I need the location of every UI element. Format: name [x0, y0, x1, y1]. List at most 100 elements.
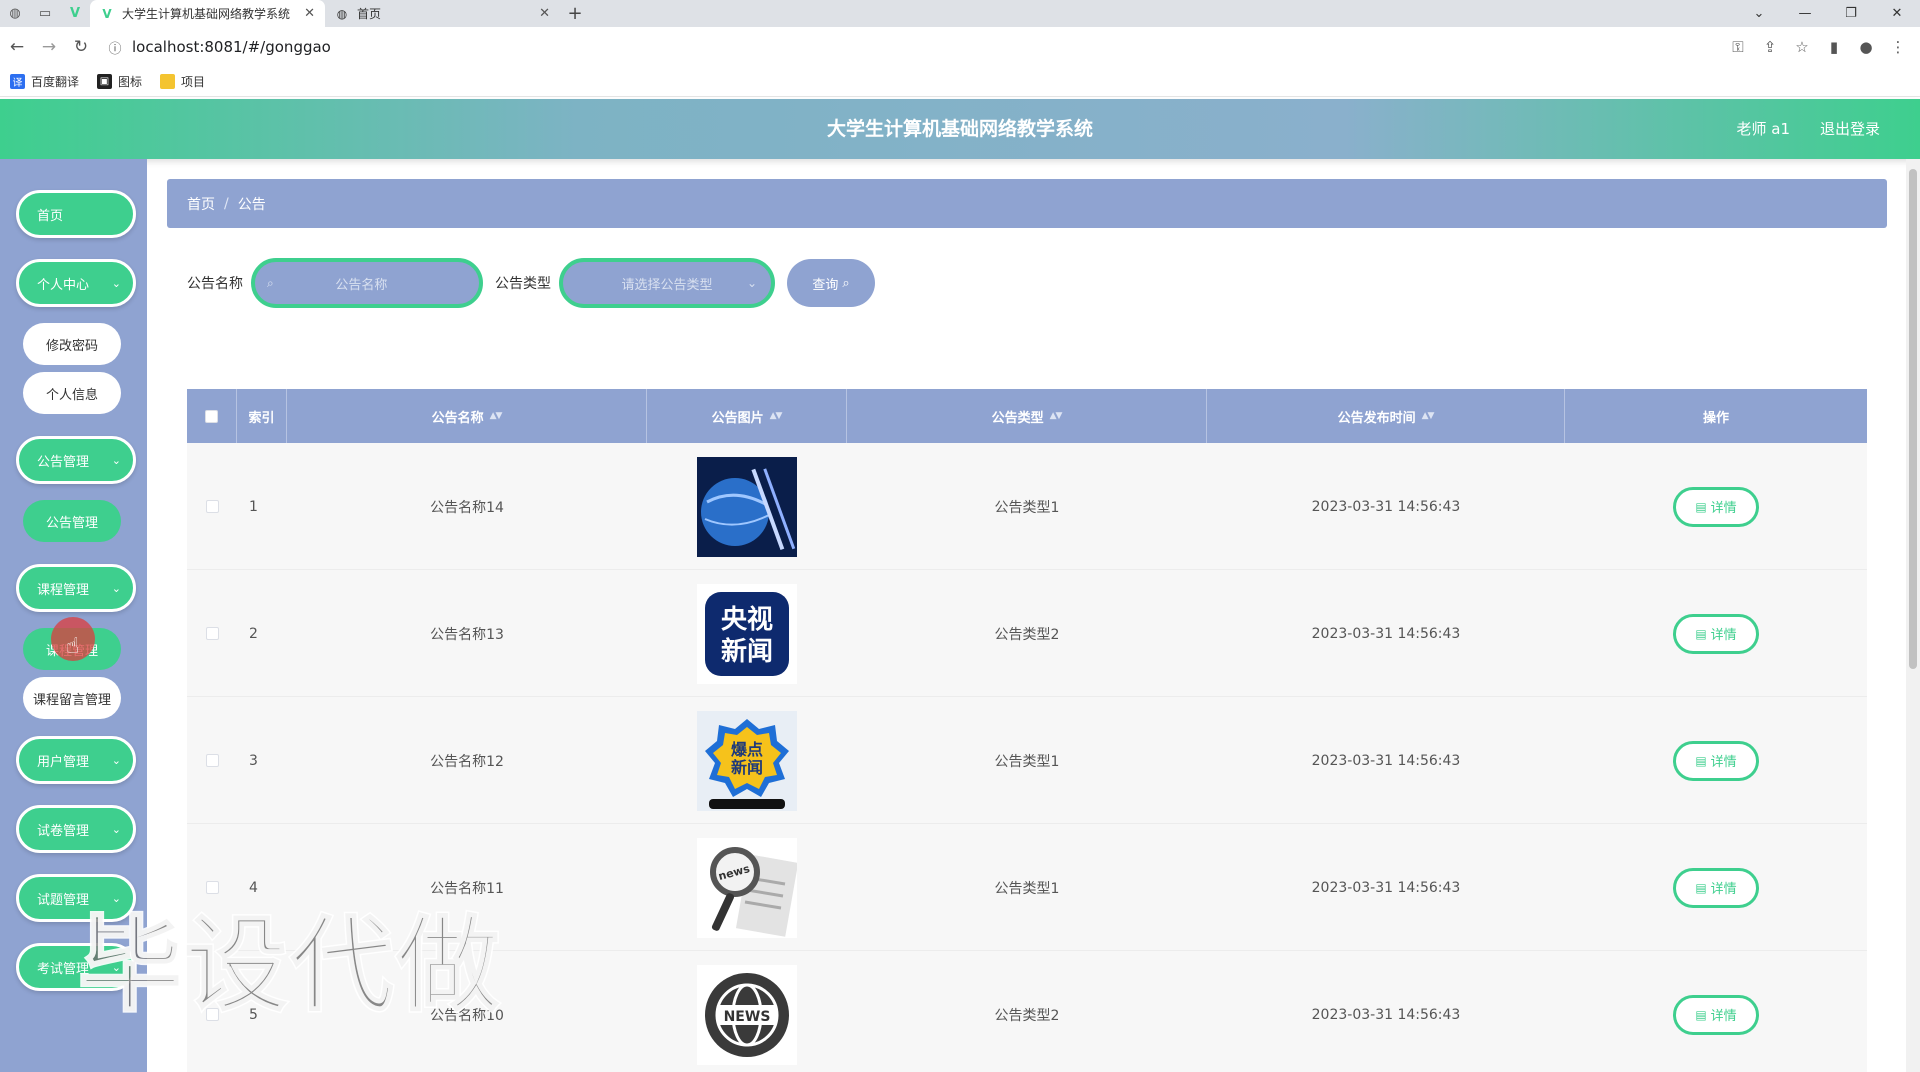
tab-search-icon[interactable]: ⌄: [1736, 0, 1782, 27]
thumbnail-text-bottom: 新闻: [721, 636, 773, 667]
header-label: 公告图片: [711, 410, 764, 426]
tab-active[interactable]: V 大学生计算机基础网络教学系统 ✕: [90, 0, 325, 27]
row-name: 公告名称14: [430, 499, 504, 516]
minimize-icon[interactable]: —: [1782, 0, 1828, 27]
key-icon[interactable]: ⚿: [1722, 38, 1754, 56]
detail-button[interactable]: ▤ 详情: [1673, 740, 1759, 781]
notice-type-placeholder: 请选择公告类型: [621, 277, 713, 293]
sidebar-item-home[interactable]: 首页: [16, 190, 136, 238]
row-index: 3: [249, 752, 258, 769]
sidebar-item-notice[interactable]: 公告管理 ⌄: [16, 436, 136, 484]
page-scrollbar[interactable]: [1906, 159, 1920, 1072]
row-time: 2023-03-31 14:56:43: [1311, 625, 1461, 642]
row-image: 爆点 新闻: [647, 697, 847, 824]
reload-icon[interactable]: ↻: [66, 32, 96, 62]
share-icon[interactable]: ⇪: [1754, 38, 1786, 56]
sidebar-subitem-course-comment[interactable]: 课程留言管理: [23, 677, 121, 719]
close-icon[interactable]: ✕: [304, 6, 315, 21]
header-image[interactable]: 公告图片 ▲▼: [647, 389, 847, 443]
bookmark-label: 图标: [118, 75, 143, 89]
row-type: 公告类型1: [994, 753, 1060, 770]
breadcrumb-separator: /: [224, 195, 229, 212]
sort-icon[interactable]: ▲▼: [1050, 411, 1063, 421]
address-bar-row: ← → ↻ ⓘ localhost:8081/#/gonggao ⚿ ⇪ ☆ ▮…: [0, 27, 1920, 67]
sort-icon[interactable]: ▲▼: [770, 411, 783, 421]
url-input[interactable]: ⓘ localhost:8081/#/gonggao: [104, 32, 1712, 62]
restore-icon[interactable]: ❐: [1828, 0, 1874, 27]
detail-button[interactable]: ▤ 详情: [1673, 486, 1759, 527]
menu-icon[interactable]: ⋮: [1882, 38, 1914, 56]
breadcrumb-home[interactable]: 首页: [187, 194, 215, 214]
tab-inactive[interactable]: ◍ 首页 ✕: [325, 0, 560, 27]
sort-icon[interactable]: ▲▼: [490, 411, 503, 421]
row-ops: ▤ 详情: [1565, 697, 1867, 824]
bookmark-item[interactable]: ▣ 图标: [97, 73, 142, 90]
header-type[interactable]: 公告类型 ▲▼: [847, 389, 1207, 443]
header-name[interactable]: 公告名称 ▲▼: [287, 389, 647, 443]
thumbnail-text-top: 爆点: [731, 740, 763, 759]
row-index: 2: [249, 625, 258, 642]
pinned-tab-blank-icon[interactable]: ▭: [30, 0, 60, 27]
pinned-tab-vue-icon[interactable]: V: [60, 0, 90, 27]
detail-label: 详情: [1710, 501, 1737, 516]
forward-icon[interactable]: →: [34, 32, 64, 62]
pinned-tab-globe-icon[interactable]: ◍: [0, 0, 30, 27]
sort-icon[interactable]: ▲▼: [1422, 411, 1435, 421]
close-window-icon[interactable]: ✕: [1874, 0, 1920, 27]
checkbox[interactable]: [205, 409, 218, 423]
bookmark-item[interactable]: 译 百度翻译: [10, 73, 79, 90]
sidebar-item-label: 课程管理: [37, 582, 90, 598]
star-icon[interactable]: ☆: [1786, 38, 1818, 56]
site-info-icon[interactable]: ⓘ: [104, 38, 126, 57]
row-time: 2023-03-31 14:56:43: [1311, 498, 1461, 515]
logout-link[interactable]: 退出登录: [1820, 99, 1880, 159]
notice-name-placeholder: 公告名称: [335, 277, 388, 293]
close-icon[interactable]: ✕: [539, 6, 550, 21]
sidebar-subitem-change-password[interactable]: 修改密码: [23, 323, 121, 365]
notice-thumbnail-magnifier: news: [697, 837, 797, 938]
scrollbar-thumb[interactable]: [1909, 169, 1917, 669]
bookmark-item[interactable]: 项目: [160, 73, 205, 90]
header-time[interactable]: 公告发布时间 ▲▼: [1207, 389, 1565, 443]
sidebar-subitem-notice[interactable]: 公告管理: [23, 500, 121, 542]
tab-title: 首页: [357, 7, 382, 21]
new-tab-button[interactable]: +: [560, 0, 590, 27]
row-time: 2023-03-31 14:56:43: [1311, 1006, 1461, 1023]
notice-name-label: 公告名称: [187, 276, 243, 292]
header-index: 索引: [237, 389, 287, 443]
detail-button[interactable]: ▤ 详情: [1673, 994, 1759, 1035]
query-button[interactable]: 查询 ⌕: [787, 259, 875, 307]
document-icon: ▤: [1695, 1007, 1707, 1022]
row-ops: ▤ 详情: [1565, 951, 1867, 1072]
profile-icon[interactable]: ●: [1850, 38, 1882, 56]
row-ops: ▤ 详情: [1565, 570, 1867, 697]
thumbnail-text: NEWS: [724, 1009, 771, 1025]
row-select[interactable]: [187, 443, 237, 570]
detail-button[interactable]: ▤ 详情: [1673, 613, 1759, 654]
header-select-all[interactable]: [187, 389, 237, 443]
sidebar-item-course[interactable]: 课程管理 ⌄: [16, 564, 136, 612]
row-index: 1: [249, 498, 258, 515]
row-select[interactable]: [187, 697, 237, 824]
checkbox[interactable]: [205, 627, 219, 640]
sidebar-icon[interactable]: ▮: [1818, 38, 1850, 56]
row-type: 公告类型2: [994, 626, 1060, 643]
current-user: 老师 a1: [1736, 120, 1790, 138]
notice-thumbnail-globe: [697, 456, 797, 557]
sidebar-item-paper[interactable]: 试卷管理 ⌄: [16, 805, 136, 853]
sidebar-subitem-personal-info[interactable]: 个人信息: [23, 372, 121, 414]
back-icon[interactable]: ←: [2, 32, 32, 62]
notice-type-label: 公告类型: [495, 276, 551, 292]
sidebar-item-user[interactable]: 用户管理 ⌄: [16, 736, 136, 784]
browser-tab-bar: ◍ ▭ V V 大学生计算机基础网络教学系统 ✕ ◍ 首页 ✕ + ⌄ — ❐ …: [0, 0, 1920, 27]
sidebar-item-personal[interactable]: 个人中心 ⌄: [16, 259, 136, 307]
notice-name-input[interactable]: ⌕ 公告名称: [251, 258, 483, 308]
notice-type-select[interactable]: 请选择公告类型 ⌄: [559, 258, 775, 308]
checkbox[interactable]: [205, 500, 219, 513]
row-image: news: [647, 824, 847, 951]
detail-label: 详情: [1710, 1009, 1737, 1024]
checkbox[interactable]: [205, 754, 219, 767]
document-icon: ▤: [1695, 626, 1707, 641]
row-select[interactable]: [187, 570, 237, 697]
detail-button[interactable]: ▤ 详情: [1673, 867, 1759, 908]
